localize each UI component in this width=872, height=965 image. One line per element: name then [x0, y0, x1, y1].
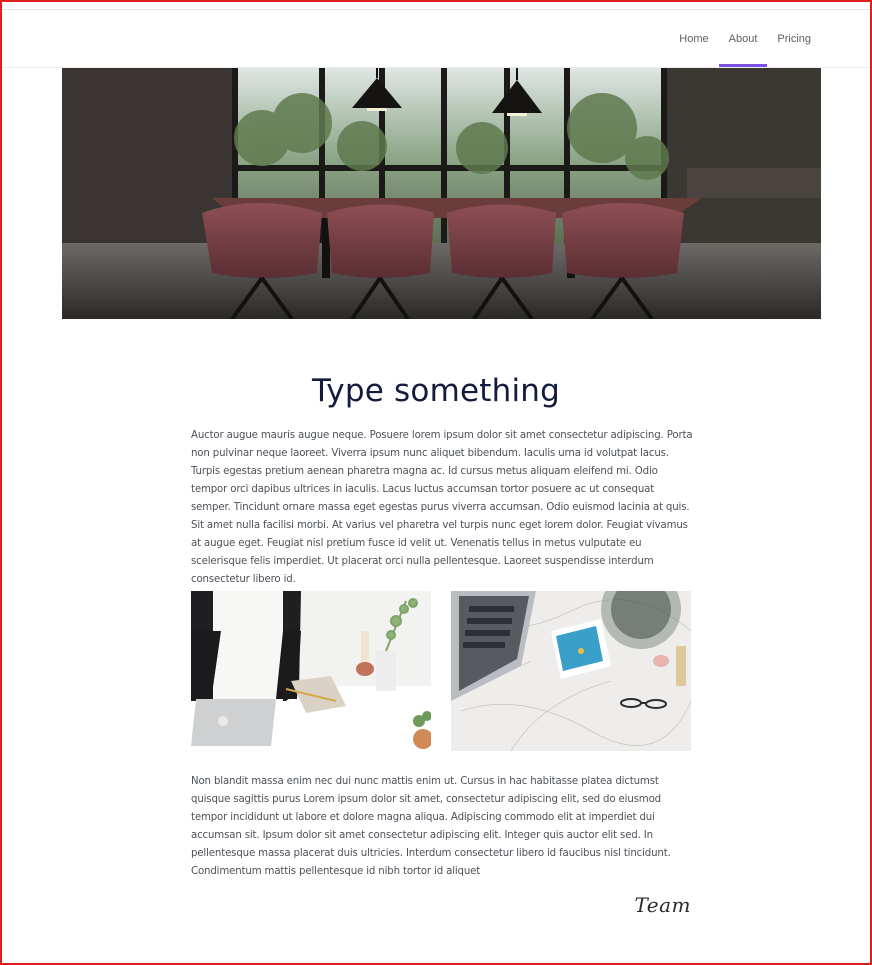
laptop-marble-desk-photo [451, 591, 691, 751]
site-header: Home About Pricing [2, 10, 870, 68]
body-paragraph-1: Auctor augue mauris augue neque. Posuere… [191, 430, 693, 585]
body-paragraph-2: Non blandit massa enim nec dui nunc matt… [191, 776, 671, 877]
nav-item-pricing[interactable]: Pricing [767, 10, 821, 67]
page-title: Type something [312, 373, 560, 409]
signature: Team [634, 893, 691, 917]
hero-image [62, 68, 821, 319]
main-nav: Home About Pricing [669, 10, 821, 67]
person-laptop-desk-photo [191, 591, 431, 753]
conference-table-image [62, 68, 821, 319]
nav-item-home[interactable]: Home [669, 10, 718, 67]
nav-item-about[interactable]: About [718, 10, 768, 67]
